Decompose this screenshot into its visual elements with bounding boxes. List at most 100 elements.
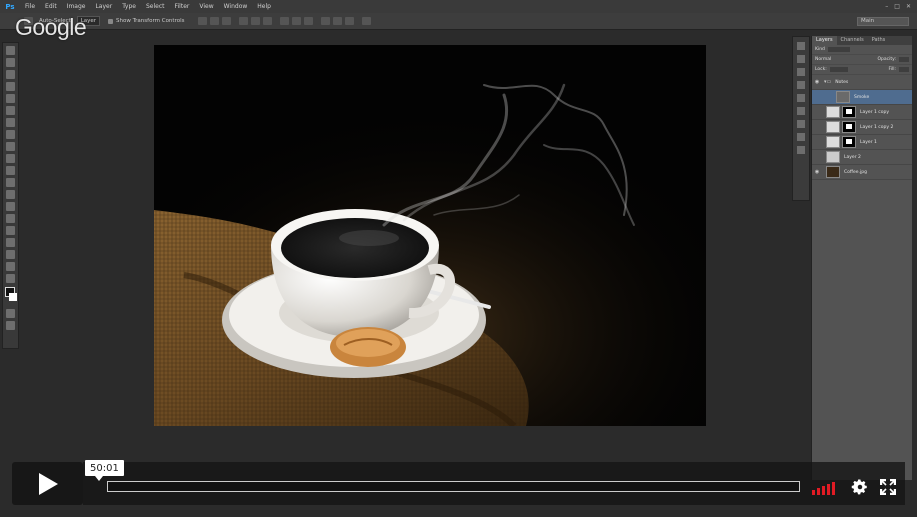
info-panel-icon[interactable]	[797, 94, 805, 102]
blur-icon[interactable]	[6, 190, 15, 199]
character-panel-icon[interactable]	[797, 133, 805, 141]
layer-mask[interactable]	[842, 106, 856, 118]
blend-mode-select[interactable]: Normal	[815, 57, 831, 62]
menu-help[interactable]: Help	[252, 3, 276, 10]
lock-icons[interactable]	[829, 67, 848, 72]
lock-label: Lock:	[815, 67, 827, 72]
path-select-icon[interactable]	[6, 238, 15, 247]
distribute-left-icon[interactable]	[321, 17, 331, 25]
adjustments-panel-icon[interactable]	[797, 81, 805, 89]
progress-bar[interactable]	[107, 481, 800, 492]
menu-window[interactable]: Window	[219, 3, 253, 10]
zoom-icon[interactable]	[6, 274, 15, 283]
google-watermark: Google	[15, 14, 87, 40]
layer-1[interactable]: Layer 1	[812, 135, 912, 150]
menu-file[interactable]: File	[20, 3, 40, 10]
brush-presets-icon[interactable]	[797, 120, 805, 128]
align-middle-icon[interactable]	[210, 17, 220, 25]
layer-1-copy-2[interactable]: Layer 1 copy 2	[812, 120, 912, 135]
quick-mask-icon[interactable]	[6, 309, 15, 318]
quick-select-icon[interactable]	[6, 82, 15, 91]
layer-mask[interactable]	[842, 121, 856, 133]
maximize-button[interactable]: □	[894, 3, 900, 10]
play-button[interactable]	[12, 462, 83, 505]
menu-select[interactable]: Select	[141, 3, 170, 10]
filter-kind[interactable]: Kind	[815, 47, 825, 52]
background-color-swatch[interactable]	[9, 293, 17, 301]
layer-thumbnail	[826, 136, 840, 148]
opacity-field[interactable]	[899, 57, 909, 62]
settings-button[interactable]	[850, 477, 870, 497]
gradient-icon[interactable]	[6, 178, 15, 187]
marquee-icon[interactable]	[6, 58, 15, 67]
align-left-icon[interactable]	[239, 17, 249, 25]
layer-group-notes[interactable]: ◉ ▾▭ Notes	[812, 75, 912, 90]
menu-layer[interactable]: Layer	[90, 3, 117, 10]
history-brush-icon[interactable]	[6, 154, 15, 163]
auto-align-icon[interactable]	[362, 17, 372, 25]
hand-icon[interactable]	[6, 262, 15, 271]
menu-image[interactable]: Image	[62, 3, 91, 10]
crop-icon[interactable]	[6, 94, 15, 103]
distribute-right-icon[interactable]	[345, 17, 355, 25]
filter-toggles[interactable]	[827, 47, 850, 52]
tab-paths[interactable]: Paths	[868, 36, 890, 45]
layer-2[interactable]: Layer 2	[812, 150, 912, 165]
dodge-icon[interactable]	[6, 202, 15, 211]
workspace-select[interactable]: Main	[857, 16, 909, 26]
eye-icon[interactable]: ◉	[812, 79, 822, 85]
paragraph-panel-icon[interactable]	[797, 146, 805, 154]
transform-checkbox[interactable]	[108, 18, 114, 24]
panel-dock	[792, 36, 810, 201]
align-top-icon[interactable]	[198, 17, 208, 25]
lasso-icon[interactable]	[6, 70, 15, 79]
layer-smoke[interactable]: Smoke	[812, 90, 912, 105]
distribute-middle-icon[interactable]	[292, 17, 302, 25]
eyedropper-icon[interactable]	[6, 106, 15, 115]
distribute-center-icon[interactable]	[333, 17, 343, 25]
pen-icon[interactable]	[6, 214, 15, 223]
layer-thumbnail	[826, 121, 840, 133]
swatches-panel-icon[interactable]	[797, 68, 805, 76]
menu-view[interactable]: View	[194, 3, 218, 10]
fullscreen-button[interactable]	[878, 477, 898, 497]
layer-thumbnail	[826, 166, 840, 178]
tab-channels[interactable]: Channels	[837, 36, 868, 45]
menu-type[interactable]: Type	[117, 3, 141, 10]
layer-thumbnail	[826, 106, 840, 118]
layer-thumbnail	[826, 151, 840, 163]
history-panel-icon[interactable]	[797, 42, 805, 50]
layer-coffee[interactable]: ◉ Coffee.jpg	[812, 165, 912, 180]
options-bar: Auto-Select: Layer Show Transform Contro…	[0, 13, 917, 30]
volume-icon[interactable]	[812, 479, 840, 495]
stamp-icon[interactable]	[6, 142, 15, 151]
tab-layers[interactable]: Layers	[812, 36, 837, 45]
screen-mode-icon[interactable]	[6, 321, 15, 330]
brush-icon[interactable]	[6, 130, 15, 139]
type-icon[interactable]	[6, 226, 15, 235]
fullscreen-icon	[880, 479, 896, 495]
shape-icon[interactable]	[6, 250, 15, 259]
volume-bar	[827, 484, 830, 495]
align-right-icon[interactable]	[263, 17, 273, 25]
align-center-icon[interactable]	[251, 17, 261, 25]
healing-icon[interactable]	[6, 118, 15, 127]
layers-panel: Layers Channels Paths Kind Normal Opacit…	[811, 36, 912, 480]
menu-filter[interactable]: Filter	[170, 3, 195, 10]
align-bottom-icon[interactable]	[222, 17, 232, 25]
close-button[interactable]: ✕	[906, 3, 911, 10]
document-canvas[interactable]	[154, 45, 706, 426]
layer-mask[interactable]	[842, 136, 856, 148]
distribute-bottom-icon[interactable]	[304, 17, 314, 25]
minimize-button[interactable]: –	[885, 3, 888, 10]
eraser-icon[interactable]	[6, 166, 15, 175]
move-icon[interactable]	[6, 46, 15, 55]
layer-1-copy[interactable]: Layer 1 copy	[812, 105, 912, 120]
properties-panel-icon[interactable]	[797, 107, 805, 115]
tools-panel	[2, 42, 19, 349]
eye-icon[interactable]: ◉	[812, 169, 822, 175]
menu-edit[interactable]: Edit	[40, 3, 62, 10]
fill-field[interactable]	[899, 67, 909, 72]
actions-panel-icon[interactable]	[797, 55, 805, 63]
distribute-top-icon[interactable]	[280, 17, 290, 25]
